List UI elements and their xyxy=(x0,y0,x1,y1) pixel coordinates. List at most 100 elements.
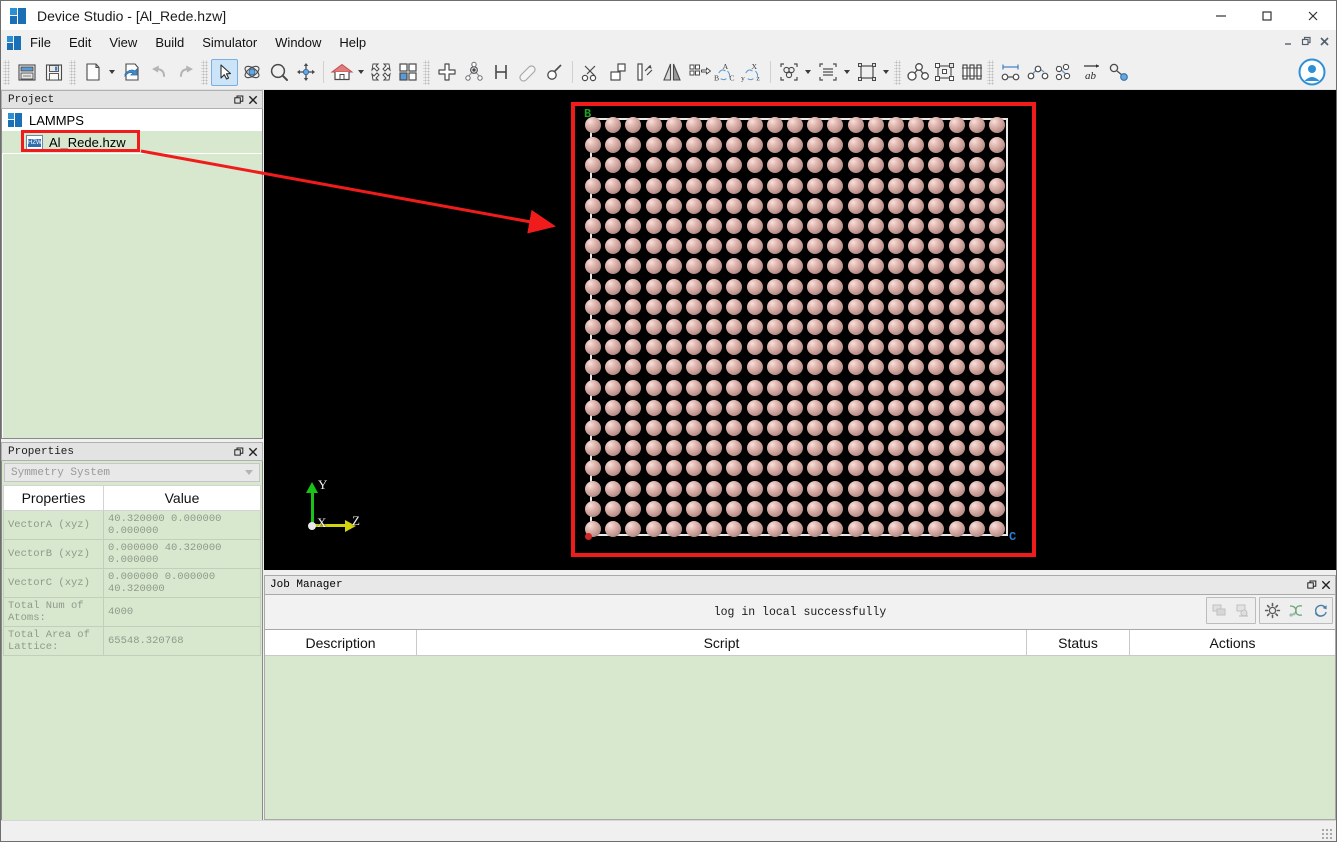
atom-sphere[interactable] xyxy=(686,238,702,255)
atom-sphere[interactable] xyxy=(847,500,864,517)
atom-sphere[interactable] xyxy=(625,319,642,335)
atom-sphere[interactable] xyxy=(766,218,783,234)
menu-item-file[interactable]: File xyxy=(21,32,60,53)
toolbar-grip-3[interactable] xyxy=(201,59,208,85)
symmetry-system-select[interactable]: Symmetry System xyxy=(4,463,260,482)
atom-sphere[interactable] xyxy=(827,258,844,275)
atom-sphere[interactable] xyxy=(807,238,824,255)
atom-sphere[interactable] xyxy=(726,258,743,275)
atom-sphere[interactable] xyxy=(888,399,904,416)
atom-sphere[interactable] xyxy=(766,197,783,214)
atom-sphere[interactable] xyxy=(989,238,1005,255)
atom-sphere[interactable] xyxy=(645,379,662,396)
menu-item-view[interactable]: View xyxy=(100,32,146,53)
atom-sphere[interactable] xyxy=(989,117,1005,133)
job-col-actions[interactable]: Actions xyxy=(1130,630,1335,655)
atom-sphere[interactable] xyxy=(807,440,824,457)
atom-sphere[interactable] xyxy=(948,177,965,194)
properties-panel-float-button[interactable] xyxy=(232,444,246,459)
atom-sphere[interactable] xyxy=(888,137,904,154)
atom-sphere[interactable] xyxy=(645,218,662,234)
upload-job-icon[interactable] xyxy=(1231,598,1255,623)
open-icon[interactable] xyxy=(13,59,40,86)
atom-sphere[interactable] xyxy=(787,157,803,174)
pick-atom-icon[interactable] xyxy=(541,59,568,86)
atom-sphere[interactable] xyxy=(888,420,904,436)
atom-sphere[interactable] xyxy=(787,319,803,335)
rotate-icon[interactable] xyxy=(238,59,265,86)
select-layer-icon[interactable] xyxy=(814,59,841,86)
atom-sphere[interactable] xyxy=(726,137,743,154)
atom-sphere[interactable] xyxy=(665,440,682,457)
atom-sphere[interactable] xyxy=(746,319,763,335)
atom-sphere[interactable] xyxy=(948,298,965,315)
atom-sphere[interactable] xyxy=(686,339,702,356)
atom-sphere[interactable] xyxy=(706,440,723,457)
home-view-icon[interactable] xyxy=(328,59,355,86)
atom-sphere[interactable] xyxy=(827,137,844,154)
atom-sphere[interactable] xyxy=(948,157,965,174)
atom-sphere[interactable] xyxy=(948,460,965,477)
atom-sphere[interactable] xyxy=(746,440,763,457)
undo-icon[interactable] xyxy=(145,59,172,86)
atom-sphere[interactable] xyxy=(908,157,925,174)
atom-sphere[interactable] xyxy=(706,500,723,517)
atom-sphere[interactable] xyxy=(908,359,925,376)
atom-sphere[interactable] xyxy=(968,258,985,275)
atom-sphere[interactable] xyxy=(867,137,884,154)
atom-sphere[interactable] xyxy=(625,440,642,457)
atom-sphere[interactable] xyxy=(706,177,723,194)
atom-sphere[interactable] xyxy=(665,117,682,133)
mdi-minimize-button[interactable] xyxy=(1280,32,1297,51)
atom-sphere[interactable] xyxy=(605,460,622,477)
atom-sphere[interactable] xyxy=(948,339,965,356)
atom-sphere[interactable] xyxy=(585,177,601,194)
atom-sphere[interactable] xyxy=(847,440,864,457)
atom-sphere[interactable] xyxy=(645,500,662,517)
table-row[interactable]: Total Num of Atoms: 4000 xyxy=(3,597,261,627)
atom-sphere[interactable] xyxy=(605,117,622,133)
atom-sphere[interactable] xyxy=(625,218,642,234)
job-manager-float-button[interactable] xyxy=(1305,578,1319,593)
atom-sphere[interactable] xyxy=(787,379,803,396)
atom-sphere[interactable] xyxy=(888,359,904,376)
atom-sphere[interactable] xyxy=(605,197,622,214)
atom-sphere[interactable] xyxy=(605,238,622,255)
atom-sphere[interactable] xyxy=(968,137,985,154)
cleave-icon[interactable] xyxy=(1051,59,1078,86)
atom-sphere[interactable] xyxy=(746,218,763,234)
atom-sphere[interactable] xyxy=(766,521,783,537)
atom-sphere[interactable] xyxy=(645,420,662,436)
atom-sphere[interactable] xyxy=(807,137,824,154)
atom-sphere[interactable] xyxy=(867,258,884,275)
atom-sphere[interactable] xyxy=(989,480,1005,497)
atom-sphere[interactable] xyxy=(989,500,1005,517)
atom-sphere[interactable] xyxy=(807,258,824,275)
job-col-status[interactable]: Status xyxy=(1027,630,1130,655)
atom-sphere[interactable] xyxy=(585,278,601,295)
atom-sphere[interactable] xyxy=(706,258,723,275)
atom-sphere[interactable] xyxy=(787,399,803,416)
atom-sphere[interactable] xyxy=(665,480,682,497)
atom-sphere[interactable] xyxy=(928,278,945,295)
slab-icon[interactable] xyxy=(958,59,985,86)
atom-sphere[interactable] xyxy=(605,157,622,174)
atom-sphere[interactable] xyxy=(908,137,925,154)
atom-sphere[interactable] xyxy=(989,460,1005,477)
atom-sphere[interactable] xyxy=(807,460,824,477)
atom-sphere[interactable] xyxy=(645,177,662,194)
atom-sphere[interactable] xyxy=(605,177,622,194)
atom-sphere[interactable] xyxy=(867,319,884,335)
atom-sphere[interactable] xyxy=(948,258,965,275)
add-bond-atom-icon[interactable] xyxy=(460,59,487,86)
atom-sphere[interactable] xyxy=(807,278,824,295)
atom-sphere[interactable] xyxy=(787,339,803,356)
atom-sphere[interactable] xyxy=(807,339,824,356)
atom-sphere[interactable] xyxy=(908,521,925,537)
atom-sphere[interactable] xyxy=(746,460,763,477)
atom-sphere[interactable] xyxy=(726,218,743,234)
atom-sphere[interactable] xyxy=(726,399,743,416)
atom-sphere[interactable] xyxy=(766,157,783,174)
structure-viewport[interactable]: B C Y Z X xyxy=(264,90,1336,570)
atom-sphere[interactable] xyxy=(807,157,824,174)
